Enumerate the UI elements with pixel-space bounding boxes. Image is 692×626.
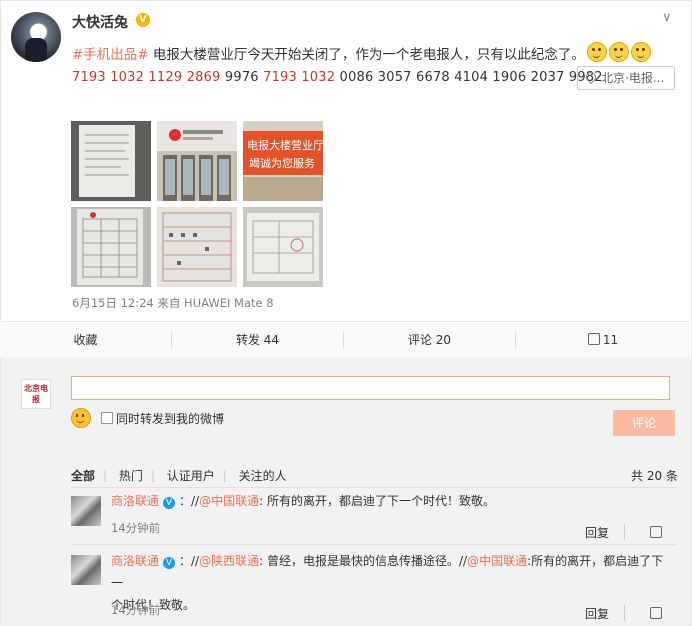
favorite-label: 收藏 [73, 333, 98, 347]
verified-badge-icon: V [163, 497, 176, 509]
repost-label: 转发 44 [235, 333, 280, 347]
divider [624, 605, 625, 621]
verified-badge-icon: V [136, 13, 150, 27]
photo-thumbnail[interactable]: 电报大楼营业厅 竭诚为您服务 [243, 121, 323, 201]
thumbs-up-icon[interactable] [650, 526, 662, 538]
post-meta: 6月15日 12:24 来自 HUAWEI Mate 8 [72, 296, 274, 310]
commenter-name[interactable]: 商洛联通 [111, 554, 159, 568]
photo-thumbnail[interactable] [157, 121, 237, 201]
commenter-name[interactable]: 商洛联通 [111, 494, 159, 508]
emoji-picker-icon[interactable] [71, 408, 91, 428]
comment-fragment: ：// [179, 554, 200, 568]
filter-all[interactable]: 全部 [71, 469, 95, 483]
commenter-logo: 北京电报 [21, 379, 51, 409]
username[interactable]: 大快活兔 [72, 12, 128, 32]
hashtag-link[interactable]: #手机出品# [72, 47, 149, 63]
user-avatar[interactable] [11, 12, 61, 62]
post-body: 电报大楼营业厅今天开始关闭了，作为一个老电报人，只有以此纪念了。 [148, 47, 585, 63]
filter-hot[interactable]: 热门 [119, 469, 143, 483]
location-pin-icon [583, 69, 599, 85]
reply-button[interactable]: 回复 [585, 524, 609, 541]
emoji-icon [608, 42, 629, 62]
comment-time: 14分钟前 [111, 603, 161, 617]
comment-filter-tabs: 全部 | 热门 | 认证用户 | 关注的人 [71, 469, 287, 483]
favorite-button[interactable]: 收藏 [0, 322, 171, 358]
comment-input[interactable] [71, 376, 670, 400]
reply-button[interactable]: 回复 [585, 605, 609, 622]
emoji-icon [630, 42, 651, 62]
comment-time: 14分钟前 [111, 521, 161, 535]
photo-sign-text: 电报大楼营业厅 [247, 138, 323, 152]
photo-thumbnail[interactable] [71, 207, 151, 287]
post-text: #手机出品# 电报大楼营业厅今天开始关闭了，作为一个老电报人，只有以此纪念了。 [72, 42, 651, 63]
comment-fragment: ：// [179, 494, 200, 508]
divider [71, 487, 676, 488]
repost-checkbox-label: 同时转发到我的微博 [116, 412, 225, 426]
chevron-down-icon[interactable]: ∨ [662, 10, 672, 25]
photo-thumbnail[interactable] [157, 207, 237, 287]
mention-link[interactable]: @中国联通 [467, 554, 527, 568]
repost-checkbox[interactable] [101, 412, 113, 424]
location-label: 北京·电报... [601, 71, 665, 85]
photo-thumbnail[interactable] [71, 121, 151, 201]
repost-button[interactable]: 转发 44 [172, 322, 343, 358]
comment-button[interactable]: 评论 20 [344, 322, 515, 358]
code-segment: 0086 3057 6678 4104 1906 2037 9982 [335, 70, 603, 85]
like-button[interactable]: 11 [516, 322, 690, 358]
submit-comment-button[interactable]: 评论 [613, 410, 675, 436]
filter-following[interactable]: 关注的人 [239, 469, 287, 483]
comment-fragment: : 所有的离开，都启迪了下一个时代！致敬。 [259, 494, 495, 508]
emoji-icon [586, 42, 607, 62]
thumbs-up-icon[interactable] [650, 607, 662, 619]
comment-label: 评论 20 [407, 333, 452, 347]
comment-total: 共 20 条 [631, 469, 678, 483]
code-segment: 7193 1032 [263, 70, 336, 85]
divider [71, 544, 676, 545]
action-bar: 收藏 转发 44 评论 20 11 [0, 321, 690, 358]
code-segment: 7193 1032 1129 2869 [72, 70, 221, 85]
commenter-avatar[interactable] [71, 496, 101, 526]
location-tag[interactable]: 北京·电报... [577, 66, 675, 90]
verified-badge-icon: V [163, 557, 176, 569]
mention-link[interactable]: @中国联通 [199, 494, 259, 508]
code-segment: 9976 [220, 70, 264, 85]
commenter-avatar[interactable] [71, 555, 101, 585]
thumbs-up-icon [587, 333, 600, 345]
filter-verified[interactable]: 认证用户 [167, 469, 215, 483]
comment-text: 商洛联通 V ：//@中国联通: 所有的离开，都启迪了下一个时代！致敬。 [111, 490, 495, 512]
photo-sign-text: 竭诚为您服务 [249, 157, 315, 170]
photo-thumbnail[interactable] [243, 207, 323, 287]
telegram-code-line: 7193 1032 1129 2869 9976 7193 1032 0086 … [72, 70, 603, 85]
like-count: 11 [602, 333, 619, 347]
comment-fragment: : 曾经，电报是最快的信息传播途径。// [259, 554, 468, 568]
mention-link[interactable]: @陕西联通 [199, 554, 259, 568]
divider [624, 524, 625, 540]
